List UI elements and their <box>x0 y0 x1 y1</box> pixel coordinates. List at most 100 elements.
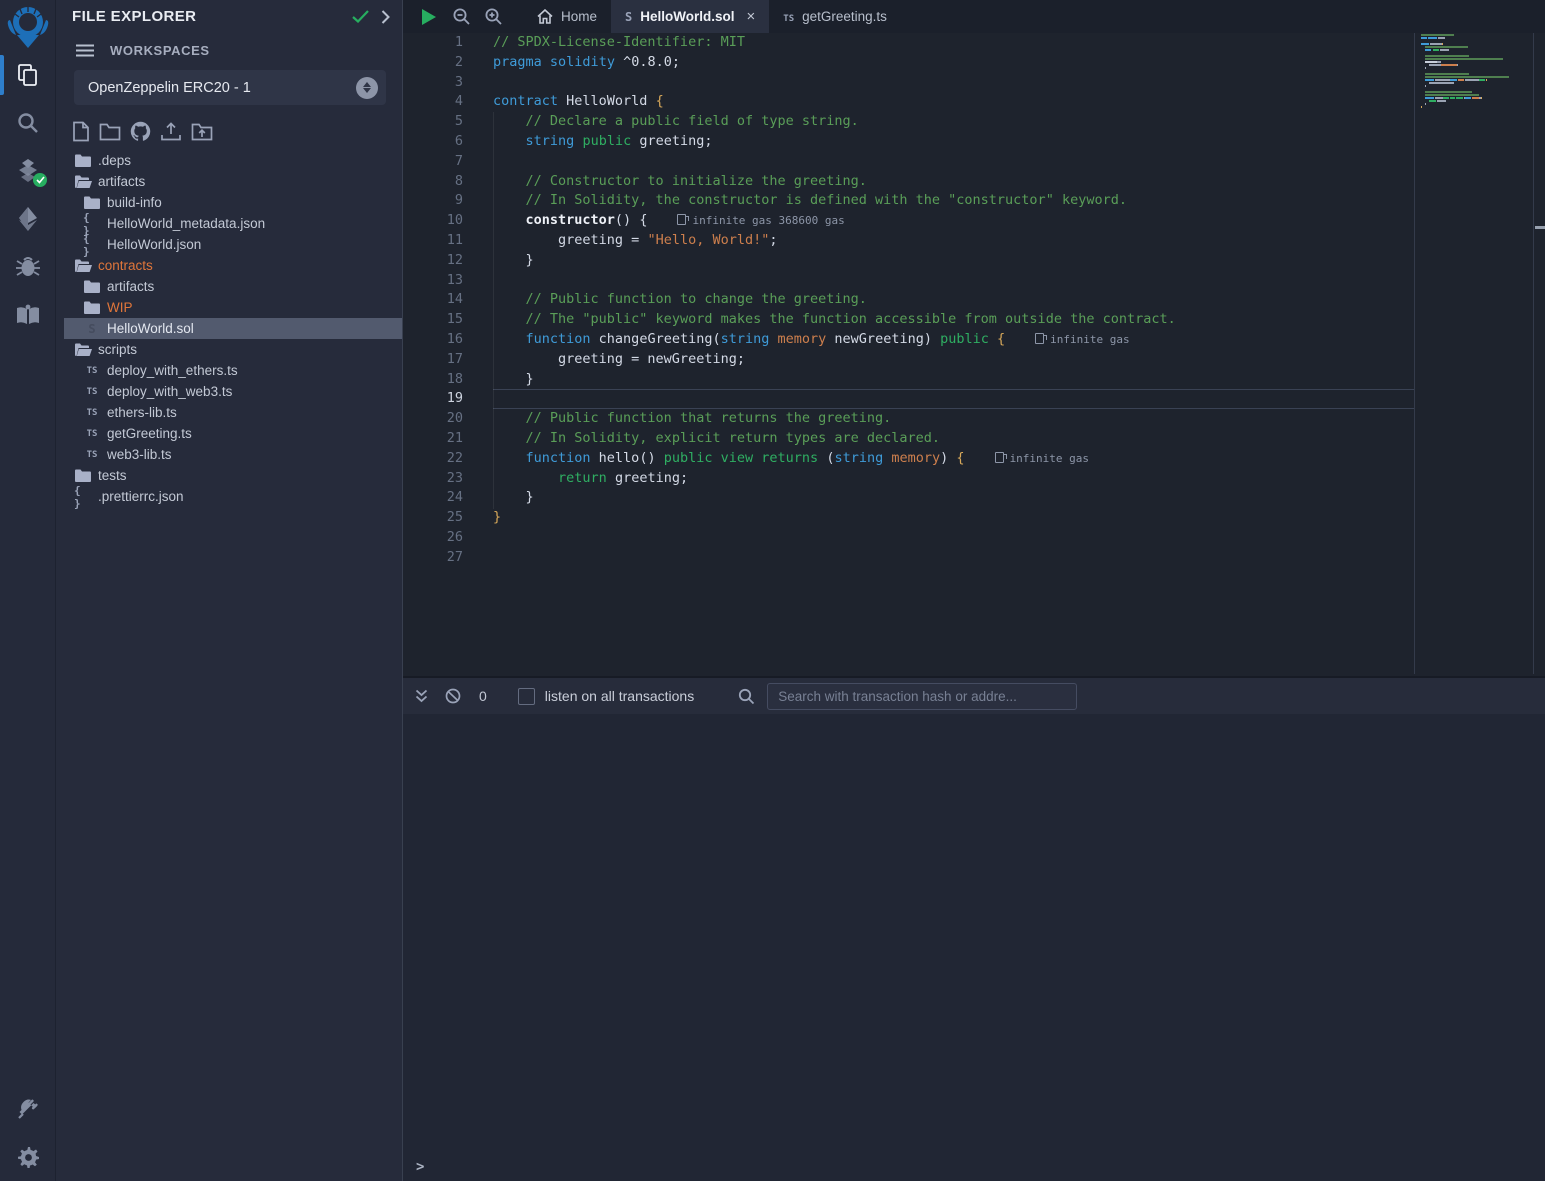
tree-item-label: web3-lib.ts <box>107 447 172 462</box>
tree-item-helloworld-json[interactable]: { }HelloWorld.json <box>64 234 402 255</box>
line-number: 7 <box>403 152 493 172</box>
tab-getgreeting-ts[interactable]: TSgetGreeting.ts <box>769 0 901 33</box>
folder-icon <box>83 280 101 293</box>
fuel-pump-icon <box>995 452 1004 463</box>
tree-item-label: deploy_with_web3.ts <box>107 384 232 399</box>
terminal-search-icon <box>738 688 755 705</box>
code-line: // SPDX-License-Identifier: MIT <box>493 33 1414 53</box>
accept-check-icon[interactable] <box>352 10 369 23</box>
terminal-search-input[interactable] <box>767 683 1077 710</box>
minimap-line <box>1421 88 1531 90</box>
folder-open-icon <box>74 343 92 356</box>
code-line: // The "public" keyword makes the functi… <box>493 310 1414 330</box>
activity-debugger-button[interactable] <box>0 243 55 291</box>
clear-console-icon[interactable] <box>445 688 461 704</box>
line-number: 17 <box>403 350 493 370</box>
tree-item-contracts[interactable]: contracts <box>64 255 402 276</box>
line-number: 4 <box>403 92 493 112</box>
activity-plugin-manager-button[interactable] <box>0 1085 55 1133</box>
plug-icon <box>16 1097 40 1121</box>
run-script-button[interactable] <box>413 0 445 33</box>
line-number: 16 <box>403 330 493 350</box>
github-clone-icon[interactable] <box>130 121 151 142</box>
book-icon <box>15 304 41 326</box>
collapse-chevron-icon[interactable] <box>381 10 390 24</box>
tree-item-ethers-lib-ts[interactable]: TSethers-lib.ts <box>64 402 402 423</box>
new-file-icon[interactable] <box>72 121 90 142</box>
activity-file-explorer-button[interactable] <box>0 51 55 99</box>
line-number: 1 <box>403 33 493 53</box>
activity-settings-button[interactable] <box>0 1133 55 1181</box>
line-number: 22 <box>403 449 493 469</box>
tree-item-deploy-with-web3-ts[interactable]: TS deploy_with_web3.ts <box>64 381 402 402</box>
search-icon <box>16 111 40 135</box>
file-type-ts-icon: TS <box>83 366 101 376</box>
minimap-line <box>1421 94 1531 96</box>
activity-solidity-compiler-button[interactable] <box>0 147 55 195</box>
remix-ide-window: FILE EXPLORER WORKSPACES OpenZeppelin <box>0 0 1545 1181</box>
listen-transactions-checkbox[interactable] <box>518 688 535 705</box>
code-line: } <box>493 488 1414 508</box>
tree-item-helloworld-metadata-json[interactable]: { }HelloWorld_metadata.json <box>64 213 402 234</box>
zoom-out-button[interactable] <box>445 0 477 33</box>
minimap-line <box>1421 91 1531 93</box>
tab-home[interactable]: Home <box>523 0 611 33</box>
tree-item-label: HelloWorld_metadata.json <box>107 216 265 231</box>
publish-gist-icon[interactable] <box>160 122 182 142</box>
tree-item-wip[interactable]: WIP <box>64 297 402 318</box>
zoom-in-button[interactable] <box>477 0 509 33</box>
indent-guide <box>493 112 494 509</box>
fuel-pump-icon <box>1035 333 1044 344</box>
code-editor[interactable]: 1234567891011121314151617181920212223242… <box>403 33 1545 674</box>
tree-item-getgreeting-ts[interactable]: TSgetGreeting.ts <box>64 423 402 444</box>
code-line: contract HelloWorld { <box>493 92 1414 112</box>
tab-label: HelloWorld.sol <box>640 9 734 24</box>
tree-item-artifacts[interactable]: artifacts <box>64 171 402 192</box>
code-line <box>493 152 1414 172</box>
gear-icon <box>16 1145 40 1169</box>
new-folder-icon[interactable] <box>99 123 121 141</box>
editor-minimap-separator <box>1414 33 1415 674</box>
remix-logo-icon[interactable] <box>4 3 52 51</box>
tree-item--deps[interactable]: .deps <box>64 150 402 171</box>
code-line <box>493 271 1414 291</box>
tree-item--prettierrc-json[interactable]: { }.prettierrc.json <box>64 486 402 507</box>
tree-item-tests[interactable]: tests <box>64 465 402 486</box>
code-line: // Public function that returns the gree… <box>493 409 1414 429</box>
editor-minimap[interactable] <box>1421 34 1531 115</box>
tree-item-helloworld-sol[interactable]: SHelloWorld.sol <box>64 318 402 339</box>
editor-code-lines: // SPDX-License-Identifier: MITpragma so… <box>493 33 1414 568</box>
folder-icon <box>83 301 101 314</box>
editor-tabbar: HomeSHelloWorld.sol×TSgetGreeting.ts <box>403 0 1545 33</box>
activity-learneth-button[interactable] <box>0 291 55 339</box>
scrollbar-marker[interactable] <box>1535 226 1545 229</box>
editor-gutter: 1234567891011121314151617181920212223242… <box>403 33 493 568</box>
tree-item-deploy-with-ethers-ts[interactable]: TSdeploy_with_ethers.ts <box>64 360 402 381</box>
tree-item-artifacts[interactable]: artifacts <box>64 276 402 297</box>
tree-item-web3-lib-ts[interactable]: TSweb3-lib.ts <box>64 444 402 465</box>
workspace-select[interactable]: OpenZeppelin ERC20 - 1 <box>74 70 386 105</box>
minimap-line <box>1421 43 1531 45</box>
line-number: 21 <box>403 429 493 449</box>
terminal-expand-icon[interactable] <box>415 689 428 703</box>
tab-close-icon[interactable]: × <box>747 8 756 25</box>
code-line: // Declare a public field of type string… <box>493 112 1414 132</box>
file-type-ts-icon: TS <box>83 387 101 397</box>
activity-bar <box>0 0 55 1181</box>
folder-open-icon <box>74 175 92 188</box>
ts-tab-icon: TS <box>783 9 794 24</box>
activity-search-button[interactable] <box>0 99 55 147</box>
hamburger-menu-icon[interactable] <box>76 44 94 57</box>
code-line <box>493 528 1414 548</box>
line-number: 13 <box>403 271 493 291</box>
minimap-line <box>1421 61 1531 63</box>
file-explorer-icon <box>15 62 41 88</box>
tree-item-label: build-info <box>107 195 162 210</box>
terminal-output[interactable]: > <box>403 714 1545 1181</box>
gas-estimate-widget: infinite gas <box>1035 333 1129 346</box>
activity-deploy-run-button[interactable] <box>0 195 55 243</box>
tree-item-scripts[interactable]: scripts <box>64 339 402 360</box>
load-folder-icon[interactable] <box>191 123 213 141</box>
tab-helloworld-sol[interactable]: SHelloWorld.sol× <box>611 0 769 33</box>
tree-item-build-info[interactable]: build-info <box>64 192 402 213</box>
